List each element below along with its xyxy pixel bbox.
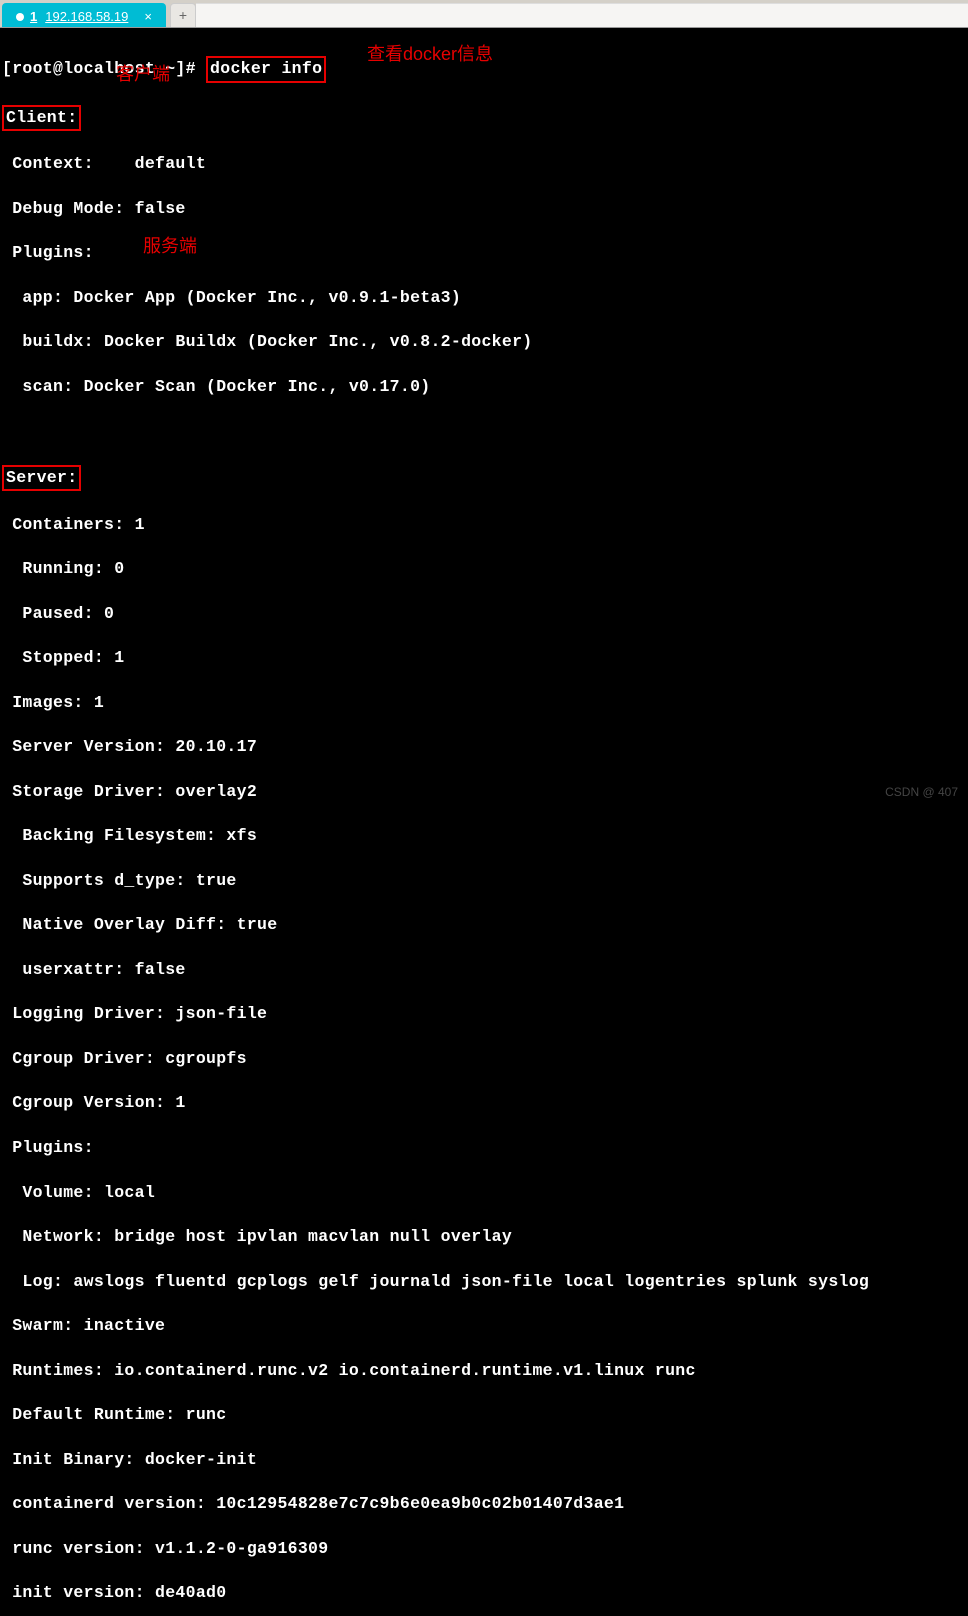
server-paused: Paused: 0 [2, 603, 966, 625]
server-plugins-hdr: Plugins: [2, 1137, 966, 1159]
server-cgroupdrv: Cgroup Driver: cgroupfs [2, 1048, 966, 1070]
server-running: Running: 0 [2, 558, 966, 580]
server-version: Server Version: 20.10.17 [2, 736, 966, 758]
server-runc: runc version: v1.1.2-0-ga916309 [2, 1538, 966, 1560]
terminal-tab[interactable]: 1 192.168.58.19 × [2, 3, 166, 27]
server-images: Images: 1 [2, 692, 966, 714]
shell-prompt: [root@localhost ~]# [2, 59, 206, 78]
client-plugin-app: app: Docker App (Docker Inc., v0.9.1-bet… [2, 287, 966, 309]
server-native: Native Overlay Diff: true [2, 914, 966, 936]
command-text: docker info [210, 59, 322, 78]
client-debug: Debug Mode: false [2, 198, 966, 220]
server-userxattr: userxattr: false [2, 959, 966, 981]
tabbar: 1 192.168.58.19 × + [0, 0, 968, 28]
server-runtimes: Runtimes: io.containerd.runc.v2 io.conta… [2, 1360, 966, 1382]
server-containers: Containers: 1 [2, 514, 966, 536]
tab-label: 192.168.58.19 [45, 8, 128, 26]
tabbar-spacer [196, 3, 968, 27]
server-initbin: Init Binary: docker-init [2, 1449, 966, 1471]
annotation-cmd: 查看docker信息 [367, 42, 493, 66]
server-stopped: Stopped: 1 [2, 647, 966, 669]
tab-number: 1 [30, 8, 37, 26]
client-label-highlight: Client: [2, 105, 81, 131]
client-plugin-buildx: buildx: Docker Buildx (Docker Inc., v0.8… [2, 331, 966, 353]
server-storage: Storage Driver: overlay2 [2, 781, 966, 803]
server-dtype: Supports d_type: true [2, 870, 966, 892]
watermark: CSDN @ 407 [885, 784, 958, 800]
server-label: Server: [6, 468, 77, 487]
client-context: Context: default [2, 153, 966, 175]
annotation-server: 服务端 [143, 234, 197, 258]
client-plugin-scan: scan: Docker Scan (Docker Inc., v0.17.0) [2, 376, 966, 398]
status-dot-icon [16, 13, 24, 21]
new-tab-button[interactable]: + [170, 3, 196, 27]
server-containerd: containerd version: 10c12954828e7c7c9b6e… [2, 1493, 966, 1515]
annotation-client: 客户端 [116, 62, 170, 86]
server-log: Log: awslogs fluentd gcplogs gelf journa… [2, 1271, 966, 1293]
close-icon[interactable]: × [144, 8, 152, 26]
server-volume: Volume: local [2, 1182, 966, 1204]
server-defrun: Default Runtime: runc [2, 1404, 966, 1426]
command-highlight: docker info [206, 56, 326, 82]
server-network: Network: bridge host ipvlan macvlan null… [2, 1226, 966, 1248]
terminal-output[interactable]: [root@localhost ~]# docker info Client: … [0, 28, 968, 1616]
server-label-highlight: Server: [2, 465, 81, 491]
server-init: init version: de40ad0 [2, 1582, 966, 1604]
server-swarm: Swarm: inactive [2, 1315, 966, 1337]
plus-icon: + [179, 6, 187, 25]
server-backing: Backing Filesystem: xfs [2, 825, 966, 847]
server-logging: Logging Driver: json-file [2, 1003, 966, 1025]
server-cgroupver: Cgroup Version: 1 [2, 1092, 966, 1114]
client-label: Client: [6, 108, 77, 127]
